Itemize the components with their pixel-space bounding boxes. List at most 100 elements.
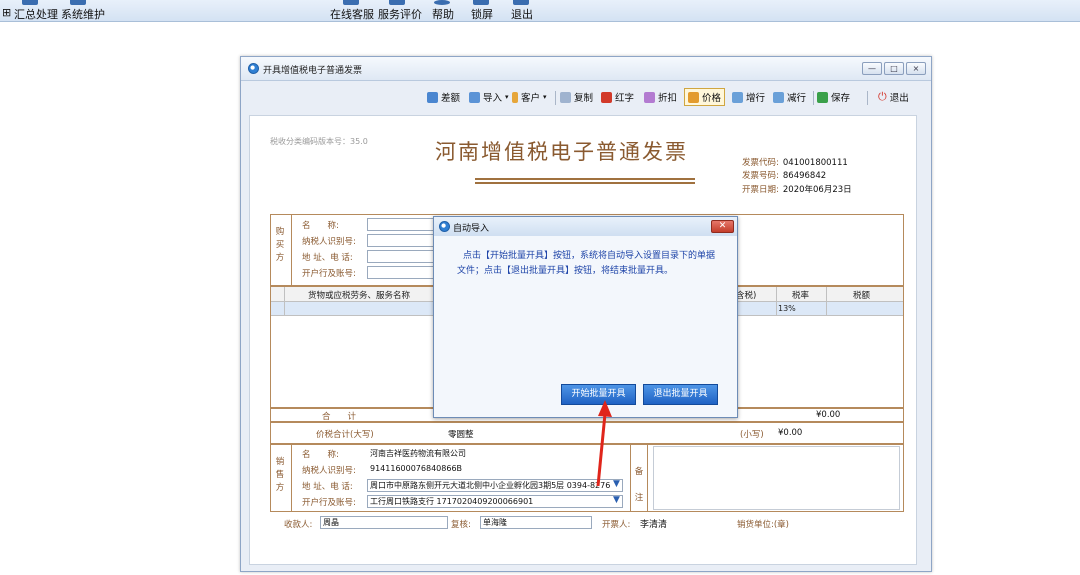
import-icon bbox=[469, 91, 480, 103]
save-button[interactable]: 保存 bbox=[817, 89, 850, 105]
menu-system-maintenance[interactable]: 系统维护 bbox=[61, 6, 105, 22]
seller-address-field[interactable]: 周口市中原路东侧开元大道北侧中小企业孵化园3期5层 0394-8276 bbox=[367, 479, 623, 492]
grid-col-divider bbox=[776, 287, 777, 316]
toolbar-separator bbox=[813, 91, 814, 105]
seller-name: 河南吉祥医药物流有限公司 bbox=[370, 449, 466, 458]
save-icon bbox=[817, 91, 828, 103]
menu-exit[interactable]: 退出 bbox=[511, 6, 533, 22]
version-label: 税收分类编码版本号：35.0 bbox=[270, 137, 368, 146]
invoice-number: 86496842 bbox=[782, 171, 827, 181]
title-underline bbox=[475, 178, 695, 180]
reviewer-label: 复核: bbox=[451, 520, 471, 530]
add-row-button[interactable]: 增行 bbox=[732, 89, 765, 105]
invoice-title: 河南增值税电子普通发票 bbox=[435, 140, 688, 164]
seller-taxid-label: 纳税人识别号: bbox=[302, 466, 356, 476]
diff-button[interactable]: 差额 bbox=[427, 89, 460, 105]
menu-help[interactable]: 帮助 bbox=[432, 6, 454, 22]
service-rating-icon bbox=[389, 0, 405, 5]
online-service-icon bbox=[343, 0, 359, 5]
dialog-title: 自动导入 bbox=[453, 224, 490, 234]
buyer-taxid-field[interactable] bbox=[367, 234, 439, 247]
amount-header: 含税) bbox=[736, 291, 757, 301]
remark-label: 备注 bbox=[634, 467, 644, 503]
goods-name-header: 货物或应税劳务、服务名称 bbox=[308, 291, 411, 301]
reviewer-field[interactable]: 单海隆 bbox=[480, 516, 592, 529]
price-icon bbox=[688, 91, 699, 103]
toolbar-exit-button[interactable]: ⏻ 退出 bbox=[878, 89, 909, 105]
invoice-date: 2020年06月23日 bbox=[782, 185, 852, 195]
dropdown-arrow-icon[interactable]: ▼ bbox=[613, 479, 620, 489]
red-letter-button[interactable]: 红字 bbox=[601, 89, 634, 105]
grid-col-divider bbox=[284, 287, 285, 316]
price-button[interactable]: 价格 bbox=[684, 88, 726, 106]
minimize-button[interactable]: — bbox=[862, 62, 882, 75]
buyer-address-label: 地 址、电 话: bbox=[302, 253, 353, 263]
seller-address-label: 地 址、电 话: bbox=[302, 482, 353, 492]
menu-summary[interactable]: 汇总处理 bbox=[14, 6, 58, 22]
seller-unit-label: 销货单位:(章) bbox=[737, 520, 789, 530]
seller-bank-label: 开户行及账号: bbox=[302, 498, 356, 508]
drawer-label: 开票人: bbox=[602, 520, 631, 530]
menu-partial-icon-label: ⊞ bbox=[2, 6, 12, 19]
invoice-date-row: 开票日期: 2020年06月23日 bbox=[742, 185, 852, 195]
dialog-message: 点击【开始批量开具】按钮，系统将自动导入设置目录下的单据文件；点击【退出批量开具… bbox=[457, 251, 716, 276]
delete-row-button[interactable]: 减行 bbox=[773, 89, 806, 105]
payee-field[interactable]: 周晶 bbox=[320, 516, 448, 529]
buyer-name-field[interactable] bbox=[367, 218, 439, 231]
maximize-button[interactable]: □ bbox=[884, 62, 904, 75]
start-batch-button[interactable]: 开始批量开具 bbox=[561, 384, 636, 405]
toolbar-separator bbox=[867, 91, 868, 105]
remark-textarea[interactable] bbox=[653, 446, 900, 510]
buyer-address-field[interactable] bbox=[367, 250, 439, 263]
summary-icon bbox=[22, 0, 38, 5]
lock-screen-icon bbox=[473, 0, 489, 5]
customer-button[interactable]: 客户 ▾ bbox=[512, 89, 547, 105]
dialog-app-icon bbox=[439, 221, 450, 232]
buyer-bank-label: 开户行及账号: bbox=[302, 269, 356, 279]
seller-name-label: 名 称: bbox=[302, 450, 339, 460]
help-icon bbox=[434, 0, 450, 5]
toolbar-separator bbox=[555, 91, 556, 105]
tax-amount-header: 税额 bbox=[853, 291, 871, 301]
import-button[interactable]: 导入 ▾ bbox=[469, 89, 509, 105]
discount-icon bbox=[644, 91, 655, 103]
delete-row-icon bbox=[773, 91, 784, 103]
tax-total-upper: 零圆整 bbox=[448, 430, 474, 440]
tax-rate-header: 税率 bbox=[792, 291, 810, 301]
total-label: 合 计 bbox=[322, 412, 357, 422]
buyer-name-label: 名 称: bbox=[302, 221, 339, 231]
dialog-titlebar: 自动导入 ✕ bbox=[434, 217, 737, 236]
menu-online-service[interactable]: 在线客服 bbox=[330, 6, 374, 22]
menu-service-rating[interactable]: 服务评价 bbox=[378, 6, 422, 22]
invoice-code: 041001800111 bbox=[782, 158, 848, 168]
copy-icon bbox=[560, 91, 571, 103]
menu-lock-screen[interactable]: 锁屏 bbox=[471, 6, 493, 22]
payee-label: 收款人: bbox=[284, 520, 313, 530]
close-button[interactable]: × bbox=[906, 62, 926, 75]
buyer-bank-field[interactable] bbox=[367, 266, 439, 279]
small-amount: ¥0.00 bbox=[778, 428, 803, 438]
tax-total-label: 价税合计(大写) bbox=[316, 430, 374, 440]
auto-import-dialog: 自动导入 ✕ 点击【开始批量开具】按钮，系统将自动导入设置目录下的单据文件；点击… bbox=[433, 216, 738, 418]
dropdown-arrow-icon[interactable]: ▼ bbox=[613, 495, 620, 505]
row-tax-rate: 13% bbox=[778, 304, 796, 313]
seller-taxid: 91411600076840866B bbox=[370, 464, 463, 473]
discount-button[interactable]: 折扣 bbox=[644, 89, 677, 105]
invoice-code-row: 发票代码: 041001800111 bbox=[742, 158, 848, 168]
small-label: (小写) bbox=[740, 430, 764, 440]
seller-bank-field[interactable]: 工行周口铁路支行 1717020409200066901 bbox=[367, 495, 623, 508]
seller-side-label: 销售方 bbox=[275, 457, 285, 493]
exit-icon bbox=[513, 0, 529, 5]
window-title: 开具增值税电子普通发票 bbox=[263, 66, 363, 76]
red-letter-icon bbox=[601, 91, 612, 103]
copy-button[interactable]: 复制 bbox=[560, 89, 593, 105]
exit-batch-button[interactable]: 退出批量开具 bbox=[643, 384, 718, 405]
buyer-side-label: 购买方 bbox=[275, 227, 285, 263]
app-icon bbox=[248, 63, 259, 74]
toolbar: 差额 导入 ▾ 客户 ▾ 复制 红字 折扣 价格 增行 减行 保存 ⏻ 退出 bbox=[241, 83, 931, 109]
diff-icon bbox=[427, 91, 438, 103]
dialog-close-button[interactable]: ✕ bbox=[711, 220, 734, 233]
window-titlebar: 开具增值税电子普通发票 — □ × bbox=[241, 57, 931, 81]
buyer-taxid-label: 纳税人识别号: bbox=[302, 237, 356, 247]
title-underline bbox=[475, 182, 695, 184]
